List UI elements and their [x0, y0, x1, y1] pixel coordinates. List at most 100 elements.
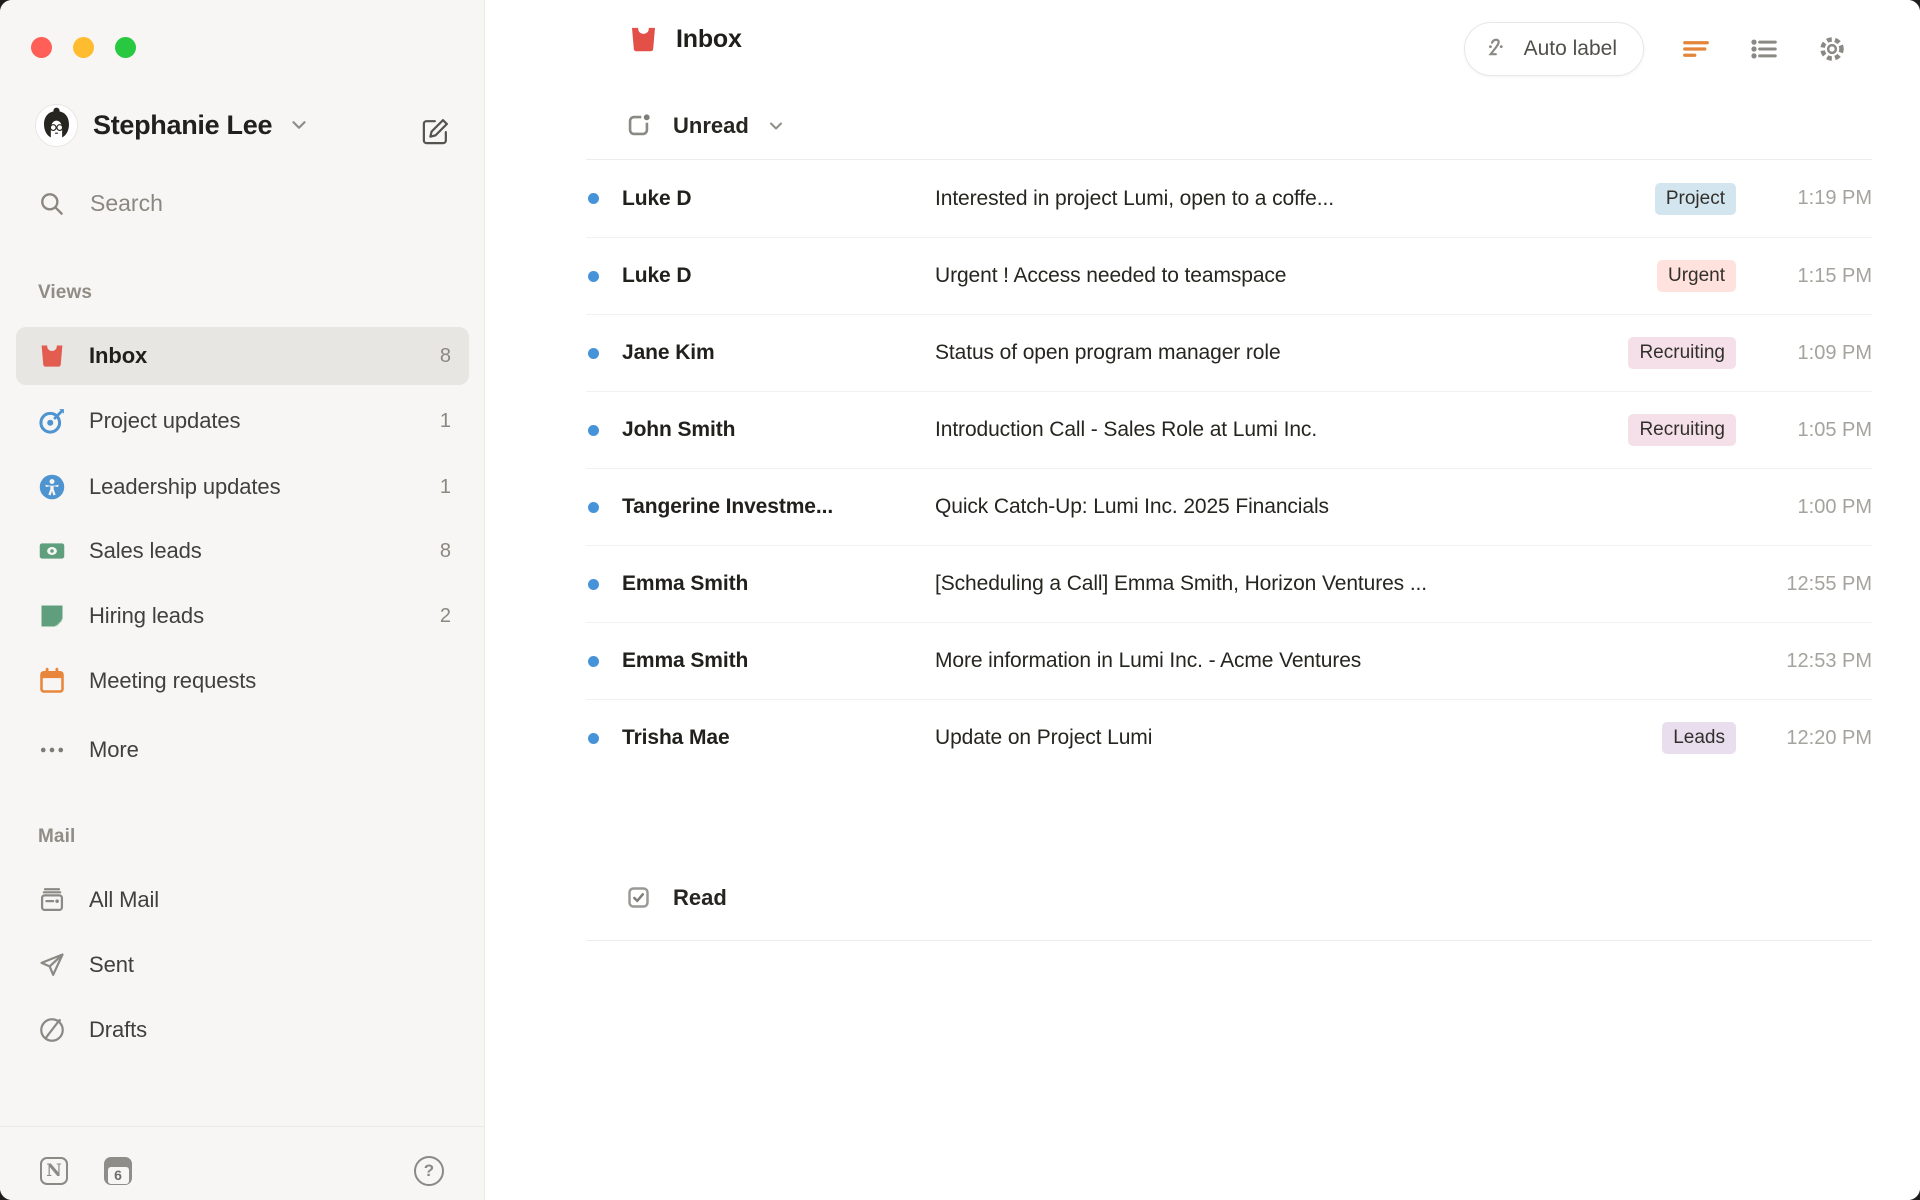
sidebar-item-more[interactable]: More	[16, 724, 469, 776]
sidebar-item-sent[interactable]: Sent	[16, 939, 469, 991]
email-row[interactable]: Luke D Interested in project Lumi, open …	[586, 160, 1872, 237]
sidebar-item-sales-leads[interactable]: Sales leads 8	[16, 525, 469, 577]
unread-dot	[588, 732, 599, 744]
unread-section-header[interactable]: Unread	[625, 112, 786, 139]
email-row[interactable]: John Smith Introduction Call - Sales Rol…	[586, 391, 1872, 468]
email-sender: Tangerine Investme...	[622, 495, 834, 518]
compose-button[interactable]	[416, 112, 454, 150]
notion-logo[interactable]: N	[40, 1157, 68, 1185]
sidebar-footer-divider	[0, 1126, 484, 1127]
sidebar-item-label: More	[89, 737, 139, 762]
auto-label-button[interactable]: Auto label	[1463, 22, 1644, 76]
sidebar-item-label: Inbox	[89, 343, 148, 368]
help-button[interactable]: ?	[414, 1156, 444, 1186]
unread-label: Unread	[673, 112, 749, 138]
email-row[interactable]: Emma Smith More information in Lumi Inc.…	[586, 622, 1872, 699]
unread-dot	[588, 655, 599, 667]
traffic-light-zoom[interactable]	[115, 37, 136, 58]
email-subject: Update on Project Lumi	[935, 726, 1153, 749]
calendar-app-icon[interactable]: 6	[104, 1157, 132, 1185]
unread-dot	[588, 270, 599, 282]
note-icon	[38, 602, 66, 630]
email-sender: John Smith	[622, 418, 736, 441]
unread-dot	[588, 578, 599, 590]
read-divider	[586, 940, 1872, 941]
header-actions: Auto label	[1463, 22, 1848, 76]
sidebar-item-drafts[interactable]: Drafts	[16, 1004, 469, 1056]
window-controls	[31, 37, 136, 58]
email-time: 1:00 PM	[1797, 495, 1872, 518]
email-subject: Interested in project Lumi, open to a co…	[935, 186, 1334, 210]
notion-logo-letter: N	[46, 1161, 62, 1181]
sidebar-item-label: Sales leads	[89, 538, 202, 563]
help-glyph: ?	[423, 1161, 435, 1180]
settings-gear-icon[interactable]	[1816, 33, 1848, 65]
search-label: Search	[90, 189, 163, 216]
email-label-badge[interactable]: Recruiting	[1628, 414, 1736, 446]
draft-icon	[38, 1016, 66, 1044]
unread-dot	[588, 424, 599, 436]
email-time: 1:15 PM	[1797, 264, 1872, 287]
email-time: 12:20 PM	[1786, 726, 1872, 749]
email-sender: Emma Smith	[622, 649, 749, 672]
email-list: Luke D Interested in project Lumi, open …	[586, 160, 1872, 776]
email-row[interactable]: Emma Smith [Scheduling a Call] Emma Smit…	[586, 545, 1872, 622]
unread-icon	[625, 112, 652, 139]
calendar-day: 6	[107, 1166, 129, 1184]
read-section-header[interactable]: Read	[625, 884, 744, 911]
sidebar-item-count: 8	[439, 539, 451, 562]
email-subject: Quick Catch-Up: Lumi Inc. 2025 Financial…	[935, 495, 1329, 518]
sidebar-item-project-updates[interactable]: Project updates 1	[16, 395, 469, 447]
person-icon	[38, 473, 66, 501]
list-view-icon[interactable]	[1748, 33, 1780, 65]
search-button[interactable]: Search	[38, 181, 163, 225]
email-row[interactable]: Trisha Mae Update on Project Lumi Leads …	[586, 699, 1872, 776]
unread-dot	[588, 347, 599, 359]
page-title-row: Inbox	[628, 24, 742, 55]
sidebar-item-leadership-updates[interactable]: Leadership updates 1	[16, 461, 469, 513]
ellipsis-icon	[38, 736, 66, 764]
email-label-badge[interactable]: Leads	[1662, 722, 1736, 754]
views-section-header: Views	[38, 282, 93, 303]
sidebar-item-all-mail[interactable]: All Mail	[16, 874, 469, 926]
auto-label-text: Auto label	[1523, 37, 1617, 60]
sidebar-item-count: 1	[439, 409, 451, 432]
sidebar: Stephanie Lee Search Views Inbox 8 Proje…	[0, 0, 485, 1200]
email-subject: More information in Lumi Inc. - Acme Ven…	[935, 649, 1362, 672]
unread-dot	[588, 193, 599, 204]
sidebar-item-meeting-requests[interactable]: Meeting requests	[16, 655, 469, 707]
email-sender: Emma Smith	[622, 572, 749, 595]
send-icon	[38, 951, 66, 979]
auto-label-icon	[1485, 36, 1511, 62]
chevron-down-icon	[766, 116, 786, 136]
sidebar-item-count: 2	[439, 604, 451, 627]
user-name: Stephanie Lee	[93, 109, 273, 140]
email-row[interactable]: Jane Kim Status of open program manager …	[586, 314, 1872, 391]
account-switcher[interactable]: Stephanie Lee	[36, 103, 310, 147]
email-row[interactable]: Tangerine Investme... Quick Catch-Up: Lu…	[586, 468, 1872, 545]
email-sender: Luke D	[622, 186, 692, 210]
email-subject: Introduction Call - Sales Role at Lumi I…	[935, 418, 1318, 441]
email-time: 12:55 PM	[1786, 572, 1872, 595]
traffic-light-close[interactable]	[31, 37, 52, 58]
email-label-badge[interactable]: Project	[1654, 182, 1736, 215]
sidebar-item-label: Sent	[89, 952, 134, 977]
filter-icon[interactable]	[1680, 33, 1712, 65]
sidebar-item-count: 8	[439, 344, 451, 367]
mail-section-header: Mail	[38, 826, 76, 847]
email-row[interactable]: Luke D Urgent ! Access needed to teamspa…	[586, 237, 1872, 314]
email-subject: Status of open program manager role	[935, 341, 1281, 364]
read-checkbox-icon	[625, 884, 652, 911]
sidebar-item-inbox[interactable]: Inbox 8	[16, 327, 469, 385]
sidebar-item-label: Drafts	[89, 1017, 148, 1042]
email-time: 1:09 PM	[1797, 341, 1872, 364]
sidebar-item-count: 1	[439, 475, 451, 498]
inbox-icon	[628, 24, 659, 55]
email-label-badge[interactable]: Recruiting	[1628, 337, 1736, 369]
chevron-down-icon	[288, 114, 310, 136]
avatar	[36, 104, 77, 146]
traffic-light-minimize[interactable]	[73, 37, 94, 58]
sidebar-item-hiring-leads[interactable]: Hiring leads 2	[16, 590, 469, 642]
unread-dot	[588, 501, 599, 513]
email-label-badge[interactable]: Urgent	[1656, 260, 1736, 292]
